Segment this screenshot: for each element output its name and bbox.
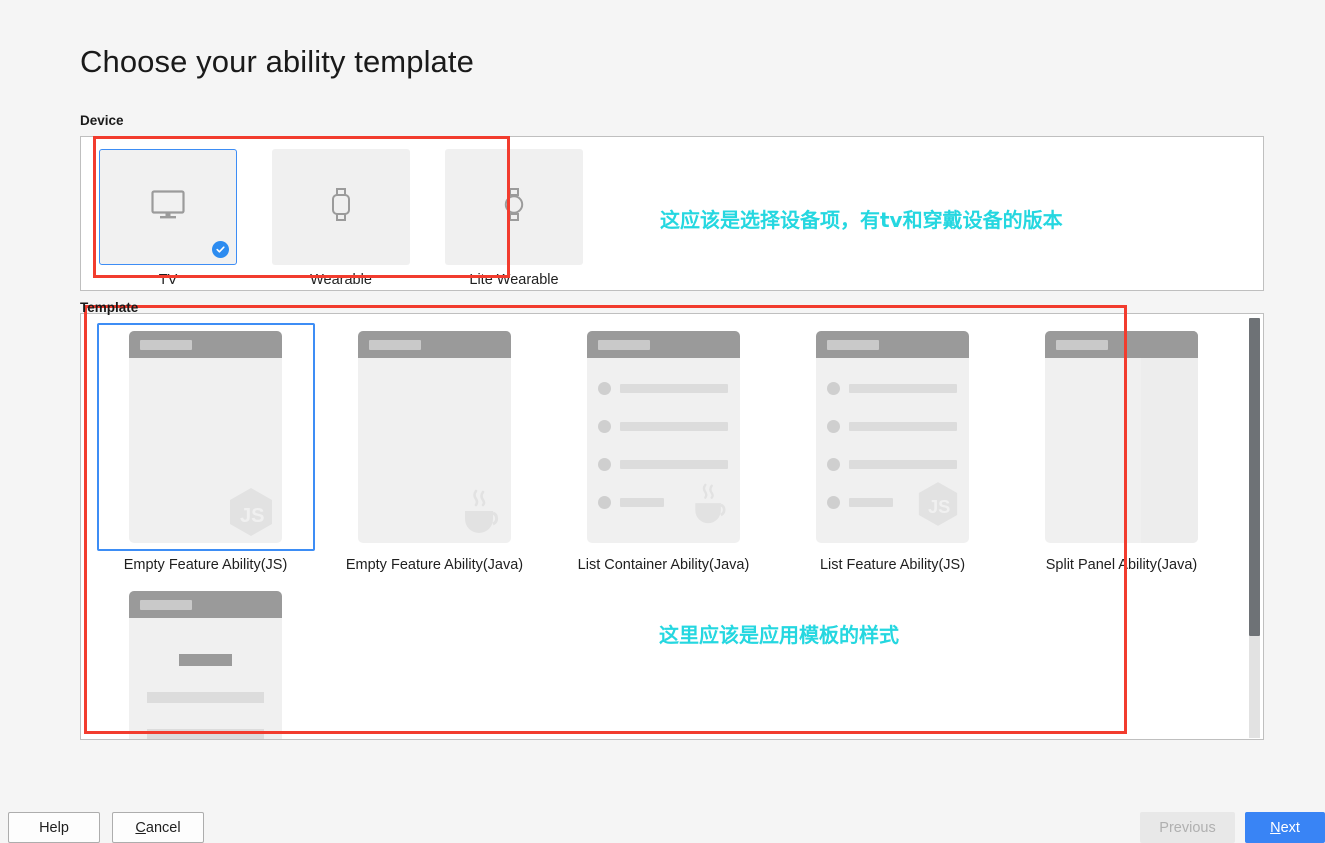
- thumb-line: [620, 459, 728, 469]
- thumb-title-bar: [587, 331, 740, 358]
- dialog-footer: Help Cancel Previous Next: [0, 783, 1325, 843]
- thumb-bullet-icon: [827, 419, 840, 433]
- thumb-bullet-icon: [598, 495, 611, 509]
- watch-round-icon: [502, 187, 526, 228]
- thumb-split-pane: [1141, 331, 1198, 543]
- template-thumb-split: [1045, 331, 1198, 543]
- java-coffee-icon: [457, 487, 503, 537]
- template-thumb-empty-js: JS: [129, 331, 282, 543]
- template-card-row2[interactable]: [91, 583, 320, 739]
- template-thumb-wrap[interactable]: JS: [783, 323, 1002, 551]
- next-mnemonic: N: [1270, 819, 1281, 836]
- page-title: Choose your ability template: [80, 44, 474, 79]
- template-list: JS Empty Feature Ability(JS) Empty Featu…: [91, 323, 1236, 739]
- template-thumb-wrap[interactable]: JS: [96, 323, 315, 551]
- thumb-bullet-icon: [827, 495, 840, 509]
- template-label: Empty Feature Ability(Java): [345, 557, 524, 573]
- thumb-line: [620, 421, 728, 431]
- template-card-empty-feature-java[interactable]: Empty Feature Ability(Java): [320, 323, 549, 573]
- thumb-list-row: [816, 445, 969, 483]
- template-card-list-feature-js[interactable]: JS List Feature Ability(JS): [778, 323, 1007, 573]
- cancel-button[interactable]: Cancel: [112, 812, 204, 843]
- thumb-line: [147, 729, 264, 739]
- thumb-bullet-icon: [598, 457, 611, 471]
- device-label-wearable: Wearable: [310, 272, 372, 288]
- svg-text:JS: JS: [240, 505, 264, 527]
- template-label: List Container Ability(Java): [577, 557, 750, 573]
- previous-button[interactable]: Previous: [1140, 812, 1235, 843]
- template-card-split-panel-java[interactable]: Split Panel Ability(Java): [1007, 323, 1236, 573]
- thumb-line: [849, 497, 893, 507]
- template-thumb-list-js: JS: [816, 331, 969, 543]
- device-card-lite-wearable[interactable]: Lite Wearable: [445, 149, 583, 288]
- thumb-title-bar: [816, 331, 969, 358]
- selected-check-icon: [212, 241, 229, 258]
- thumb-list-row: [816, 407, 969, 445]
- template-panel: JS Empty Feature Ability(JS) Empty Featu…: [80, 313, 1264, 740]
- template-thumb-wrap[interactable]: [325, 323, 544, 551]
- template-thumb-wrap[interactable]: [554, 323, 773, 551]
- scrollbar-thumb[interactable]: [1249, 318, 1260, 636]
- java-coffee-icon: [688, 481, 730, 527]
- device-label-tv: TV: [158, 272, 178, 288]
- cancel-label-rest: ancel: [145, 819, 181, 836]
- scrollbar-track-remainder[interactable]: [1249, 636, 1260, 738]
- thumb-bullet-icon: [598, 381, 611, 395]
- template-thumb-wrap[interactable]: [1012, 323, 1231, 551]
- thumb-line: [849, 383, 957, 393]
- thumb-list-row: [587, 407, 740, 445]
- watch-square-icon: [329, 187, 353, 228]
- thumb-bullet-icon: [827, 381, 840, 395]
- svg-text:JS: JS: [928, 496, 950, 517]
- annotation-text-template: 这里应该是应用模板的样式: [659, 623, 899, 647]
- thumb-list-row: [587, 445, 740, 483]
- cancel-mnemonic: C: [135, 819, 146, 836]
- device-card-wearable[interactable]: Wearable: [272, 149, 410, 288]
- thumb-line: [620, 383, 728, 393]
- device-section-label: Device: [80, 113, 124, 128]
- help-button[interactable]: Help: [8, 812, 100, 843]
- device-tile-wearable[interactable]: [272, 149, 410, 265]
- thumb-bullet-icon: [598, 419, 611, 433]
- template-label: Empty Feature Ability(JS): [123, 557, 288, 573]
- thumb-split-title-bar: [1141, 331, 1198, 358]
- thumb-bullet-icon: [827, 457, 840, 471]
- template-thumb-centered: [129, 591, 282, 739]
- device-label-lite-wearable: Lite Wearable: [469, 272, 559, 288]
- thumb-title-bar: [129, 591, 282, 618]
- device-tile-tv[interactable]: [99, 149, 237, 265]
- template-label: Split Panel Ability(Java): [1045, 557, 1198, 573]
- thumb-title-bar: [129, 331, 282, 358]
- device-list: TV Wearable Lite Wearable: [99, 149, 583, 288]
- js-logo-icon: JS: [228, 487, 274, 537]
- device-tile-lite-wearable[interactable]: [445, 149, 583, 265]
- thumb-list-row: [587, 369, 740, 407]
- device-card-tv[interactable]: TV: [99, 149, 237, 288]
- template-thumb-list-java: [587, 331, 740, 543]
- vertical-scrollbar[interactable]: [1248, 315, 1262, 739]
- template-card-list-container-java[interactable]: List Container Ability(Java): [549, 323, 778, 573]
- next-label-rest: ext: [1280, 819, 1300, 836]
- thumb-list-row: [816, 369, 969, 407]
- template-thumb-wrap[interactable]: [96, 583, 315, 739]
- template-thumb-empty-java: [358, 331, 511, 543]
- thumb-center-title: [179, 654, 232, 666]
- tv-icon: [151, 189, 185, 225]
- template-label: List Feature Ability(JS): [819, 557, 966, 573]
- template-card-empty-feature-js[interactable]: JS Empty Feature Ability(JS): [91, 323, 320, 573]
- next-button[interactable]: Next: [1245, 812, 1325, 843]
- thumb-title-bar: [358, 331, 511, 358]
- thumb-line: [849, 459, 957, 469]
- js-logo-icon: JS: [917, 481, 959, 527]
- thumb-line: [620, 497, 664, 507]
- thumb-center-block: [129, 618, 282, 739]
- template-section-label: Template: [80, 300, 139, 315]
- thumb-line: [147, 692, 264, 703]
- annotation-text-device: 这应该是选择设备项，有tv和穿戴设备的版本: [660, 208, 1063, 232]
- thumb-line: [849, 421, 957, 431]
